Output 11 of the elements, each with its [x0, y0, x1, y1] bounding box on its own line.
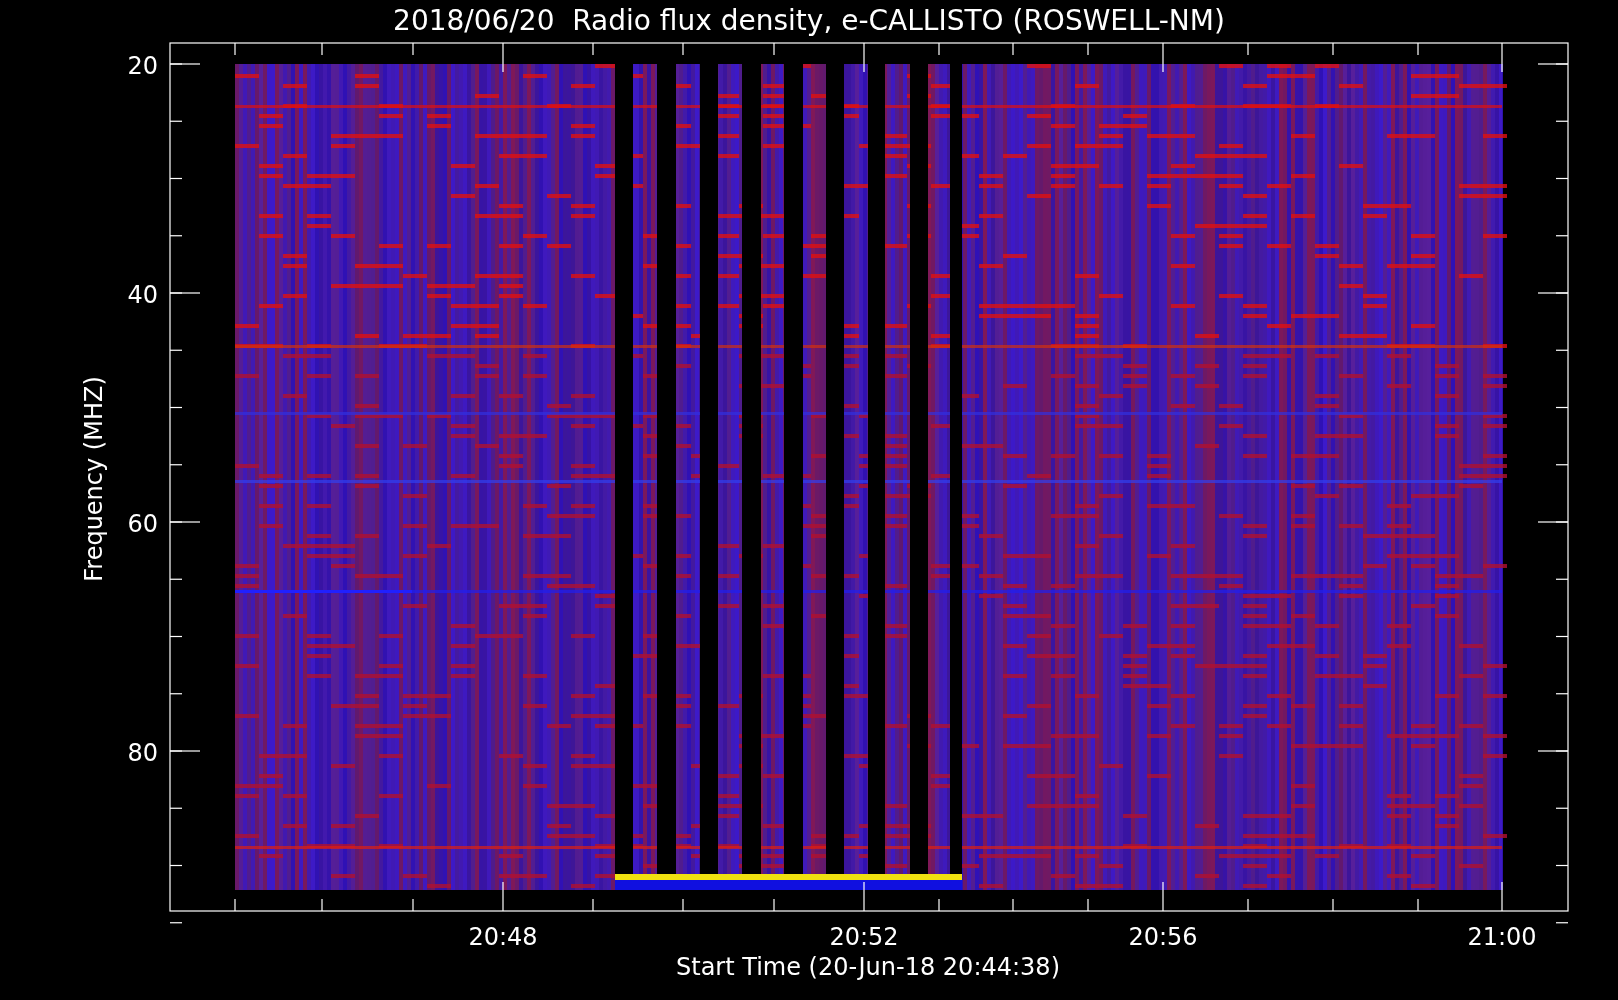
x-tick-label: 21:00: [1467, 923, 1537, 951]
x-tick-label: 20:56: [1128, 923, 1198, 951]
y-axis-label: Frequency (MHZ): [80, 376, 108, 582]
x-axis-label: Start Time (20-Jun-18 20:44:38): [676, 953, 1060, 981]
x-tick-label: 20:52: [829, 923, 899, 951]
y-tick-label: 80: [127, 739, 158, 767]
y-tick-label: 40: [127, 281, 158, 309]
y-tick-label: 60: [127, 510, 158, 538]
y-tick-label: 20: [127, 52, 158, 80]
plot-title: 2018/06/20 Radio flux density, e-CALLISTO (ROSWELL-NM): [393, 4, 1225, 37]
x-tick-label: 20:48: [468, 923, 538, 951]
